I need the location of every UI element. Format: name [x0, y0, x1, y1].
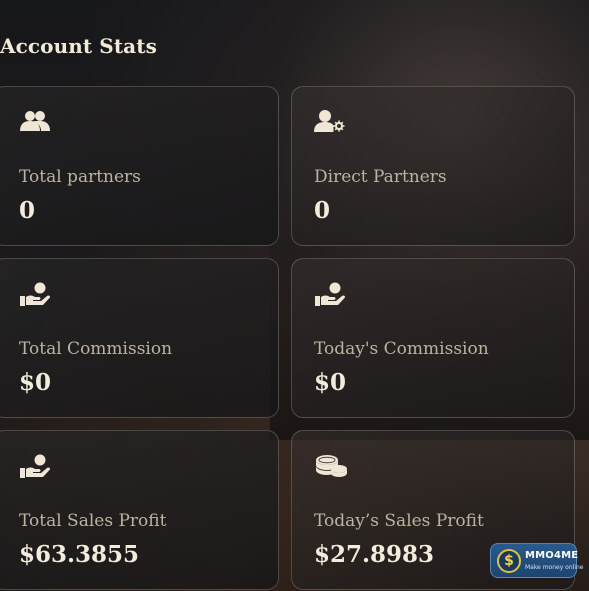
stat-value: 0	[19, 197, 36, 224]
hand-coin-icon	[19, 453, 53, 479]
stat-value: 0	[314, 197, 331, 224]
stats-grid: Total partners 0 Direct Partners 0 Total…	[0, 86, 576, 590]
users-icon	[19, 109, 53, 135]
stat-card-direct-partners: Direct Partners 0	[291, 86, 575, 246]
stat-label: Direct Partners	[314, 167, 447, 187]
stat-label: Total partners	[19, 167, 141, 187]
user-settings-icon	[314, 109, 348, 135]
stat-card-todays-commission: Today's Commission $0	[291, 258, 575, 418]
stat-label: Today’s Sales Profit	[314, 511, 484, 531]
stat-label: Today's Commission	[314, 339, 489, 359]
watermark-name: MMO4ME	[525, 550, 579, 561]
stat-value: $0	[314, 369, 347, 396]
hand-coin-icon	[19, 281, 53, 307]
mmo4me-watermark: $ MMO4ME Make money online	[490, 543, 583, 578]
stat-value: $63.3855	[19, 541, 140, 568]
stat-label: Total Sales Profit	[19, 511, 167, 531]
coins-stack-icon	[314, 453, 348, 479]
stat-card-total-partners: Total partners 0	[0, 86, 279, 246]
stat-value: $0	[19, 369, 52, 396]
stat-card-total-sales-profit: Total Sales Profit $63.3855	[0, 430, 279, 590]
hand-coin-icon	[314, 281, 348, 307]
stat-card-total-commission: Total Commission $0	[0, 258, 279, 418]
watermark-tagline: Make money online	[525, 564, 584, 571]
stat-value: $27.8983	[314, 541, 435, 568]
section-title: Account Stats	[0, 34, 157, 58]
dollar-logo-icon: $	[497, 549, 521, 573]
stat-label: Total Commission	[19, 339, 173, 359]
